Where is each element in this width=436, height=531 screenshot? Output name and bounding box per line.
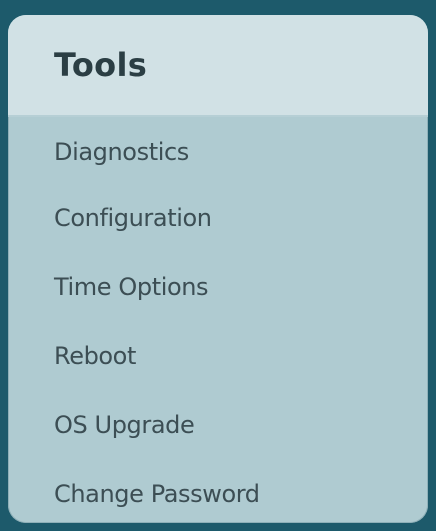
menu-item-os-upgrade[interactable]: OS Upgrade: [8, 390, 428, 459]
menu-item-change-password[interactable]: Change Password: [8, 459, 428, 523]
menu-item-label[interactable]: Reboot: [54, 342, 136, 370]
tools-menu-panel: Tools Diagnostics Configuration Time Opt…: [8, 15, 428, 523]
menu-item-configuration[interactable]: Configuration: [8, 183, 428, 252]
menu-item-label[interactable]: OS Upgrade: [54, 411, 195, 439]
menu-item-diagnostics[interactable]: Diagnostics: [8, 117, 428, 183]
tools-menu-list: Diagnostics Configuration Time Options R…: [8, 117, 428, 523]
menu-item-label[interactable]: Time Options: [54, 273, 209, 301]
menu-item-label[interactable]: Configuration: [54, 204, 212, 232]
panel-title: Tools: [54, 46, 148, 84]
menu-item-time-options[interactable]: Time Options: [8, 252, 428, 321]
panel-header: Tools: [8, 15, 428, 117]
menu-item-reboot[interactable]: Reboot: [8, 321, 428, 390]
menu-item-label[interactable]: Change Password: [54, 480, 260, 508]
menu-item-label[interactable]: Diagnostics: [54, 138, 189, 166]
